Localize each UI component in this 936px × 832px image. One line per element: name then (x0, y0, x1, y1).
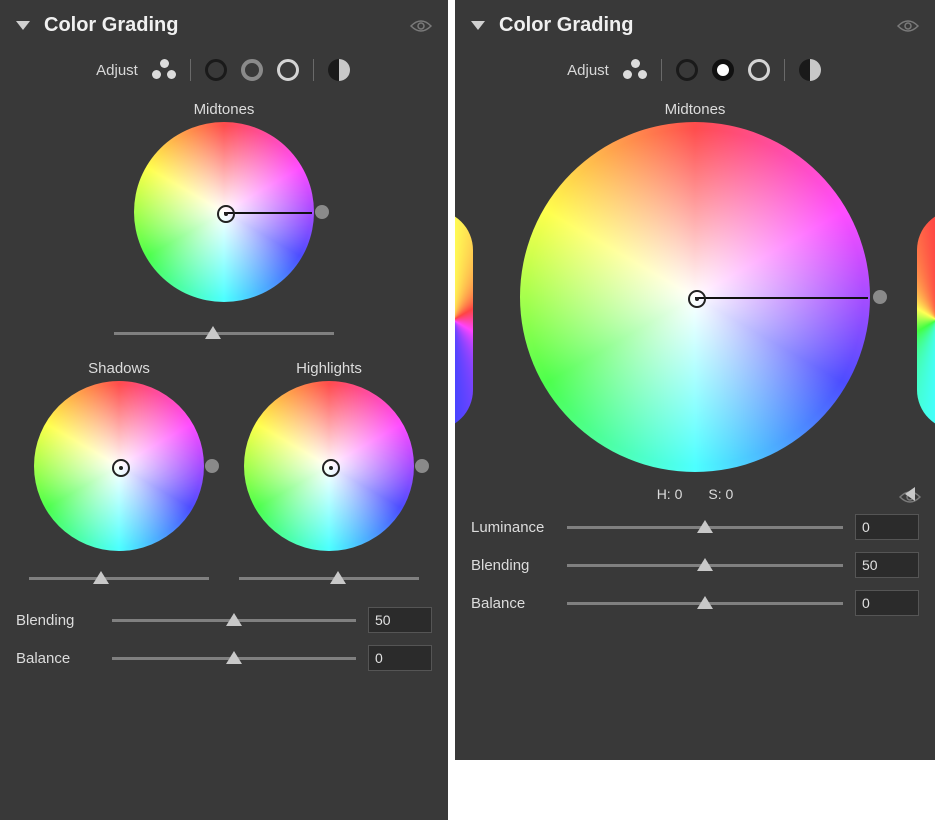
blending-slider[interactable] (567, 556, 843, 574)
wheel-center-handle-icon[interactable] (112, 459, 130, 477)
midtones-heading: Midtones (0, 91, 448, 122)
next-wheel-peek[interactable] (917, 210, 935, 430)
balance-row: Balance 0 (455, 584, 935, 622)
balance-value[interactable]: 0 (855, 590, 919, 616)
shadows-color-wheel[interactable] (34, 381, 204, 551)
mode-global-icon[interactable] (326, 57, 352, 83)
mode-three-way-icon[interactable] (152, 57, 178, 83)
panel-title: Color Grading (44, 14, 410, 37)
blending-value[interactable]: 50 (855, 552, 919, 578)
wheel-saturation-handle[interactable] (415, 459, 429, 473)
blending-label: Blending (471, 557, 555, 574)
wheel-saturation-handle[interactable] (873, 290, 887, 304)
separator (784, 59, 785, 81)
balance-row: Balance 0 (0, 639, 448, 677)
wheel-saturation-handle[interactable] (205, 459, 219, 473)
adjust-mode-row: Adjust (455, 45, 935, 91)
mode-shadows-icon[interactable] (203, 57, 229, 83)
midtones-luminance-slider[interactable] (114, 324, 334, 342)
panel-header: Color Grading (0, 0, 448, 45)
hue-label: H: 0 (657, 486, 683, 502)
midtones-heading: Midtones (455, 91, 935, 122)
shadows-heading: Shadows (88, 350, 150, 381)
previous-wheel-peek[interactable] (455, 210, 473, 430)
luminance-row: Luminance 0 (455, 508, 935, 546)
balance-label: Balance (16, 650, 100, 667)
highlights-color-wheel[interactable] (244, 381, 414, 551)
expand-readout-icon[interactable] (905, 487, 915, 501)
highlights-wheel-group: Highlights (224, 350, 434, 587)
wheel-center-handle-icon[interactable] (322, 459, 340, 477)
midtones-color-wheel[interactable] (520, 122, 870, 472)
luminance-label: Luminance (471, 519, 555, 536)
visibility-toggle-icon[interactable] (410, 19, 432, 33)
balance-label: Balance (471, 595, 555, 612)
mode-shadows-icon[interactable] (674, 57, 700, 83)
adjust-mode-row: Adjust (0, 45, 448, 91)
wheel-saturation-handle[interactable] (315, 205, 329, 219)
panel-title: Color Grading (499, 14, 897, 37)
midtones-wheel-group (455, 122, 935, 472)
color-grading-panel-compact: Color Grading Adjust Midtones Shadows (0, 0, 448, 820)
mode-highlights-icon[interactable] (746, 57, 772, 83)
balance-slider[interactable] (112, 649, 356, 667)
blending-label: Blending (16, 612, 100, 629)
adjust-label: Adjust (96, 62, 138, 79)
balance-value[interactable]: 0 (368, 645, 432, 671)
highlights-heading: Highlights (296, 350, 362, 381)
separator (190, 59, 191, 81)
mode-three-way-icon[interactable] (623, 57, 649, 83)
panel-header: Color Grading (455, 0, 935, 45)
midtones-color-wheel[interactable] (134, 122, 314, 302)
midtones-wheel-group (0, 122, 448, 342)
balance-slider[interactable] (567, 594, 843, 612)
blending-row: Blending 50 (0, 601, 448, 639)
luminance-slider[interactable] (567, 518, 843, 536)
wheel-center-handle-icon[interactable] (688, 290, 706, 308)
hue-sat-readout: H: 0 S: 0 (455, 472, 935, 508)
mode-highlights-icon[interactable] (275, 57, 301, 83)
mode-global-icon[interactable] (797, 57, 823, 83)
blending-value[interactable]: 50 (368, 607, 432, 633)
color-grading-panel-expanded: Color Grading Adjust Midtones H: 0 S: 0 … (455, 0, 935, 760)
highlights-luminance-slider[interactable] (239, 569, 419, 587)
separator (661, 59, 662, 81)
blending-row: Blending 50 (455, 546, 935, 584)
shadows-luminance-slider[interactable] (29, 569, 209, 587)
collapse-icon[interactable] (471, 21, 485, 30)
shadows-wheel-group: Shadows (14, 350, 224, 587)
wheel-center-handle-icon[interactable] (217, 205, 235, 223)
separator (313, 59, 314, 81)
saturation-label: S: 0 (708, 486, 733, 502)
collapse-icon[interactable] (16, 21, 30, 30)
blending-slider[interactable] (112, 611, 356, 629)
mode-midtones-icon[interactable] (239, 57, 265, 83)
visibility-toggle-icon[interactable] (897, 19, 919, 33)
mode-midtones-icon[interactable] (710, 57, 736, 83)
luminance-value[interactable]: 0 (855, 514, 919, 540)
adjust-label: Adjust (567, 62, 609, 79)
